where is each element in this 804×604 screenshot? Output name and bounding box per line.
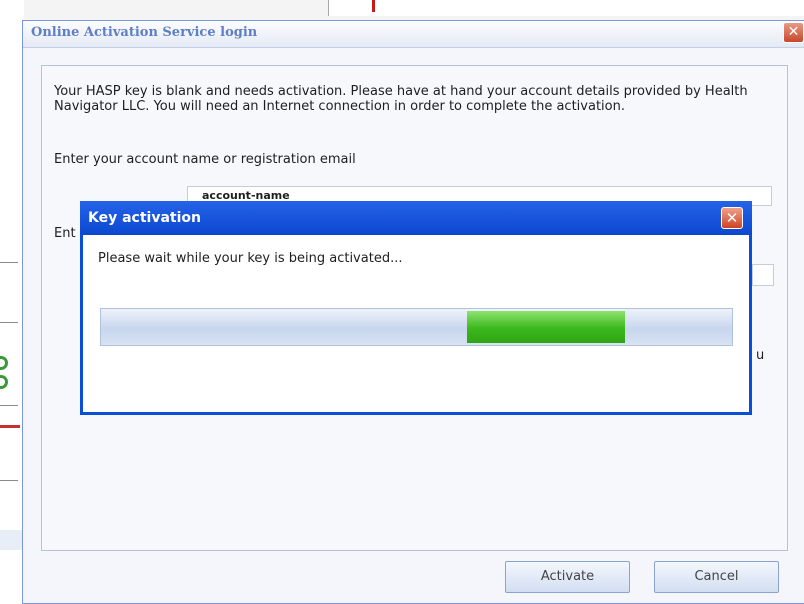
progress-chunk: [467, 311, 625, 343]
activation-message: Please wait while your key is being acti…: [98, 251, 403, 266]
background-blue-block: [0, 530, 22, 550]
intro-text: Your HASP key is blank and needs activat…: [54, 84, 748, 114]
account-label: Enter your account name or registration …: [54, 152, 356, 167]
activate-button[interactable]: Activate: [505, 561, 630, 593]
second-field-input[interactable]: [752, 264, 774, 286]
modal-title: Key activation: [88, 210, 201, 226]
background-green-glyph: [0, 356, 8, 370]
background-red-mark: [372, 0, 375, 12]
third-field-label: u: [756, 348, 765, 363]
activation-progress-bar: [100, 308, 733, 346]
background-divider: [0, 322, 18, 323]
dialog-titlebar[interactable]: Online Activation Service login ✕: [23, 21, 804, 48]
background-top-panel: [328, 0, 804, 16]
cancel-button[interactable]: Cancel: [654, 561, 779, 593]
modal-body: Please wait while your key is being acti…: [83, 235, 749, 412]
background-green-glyph: [0, 375, 8, 389]
close-icon[interactable]: ✕: [721, 207, 743, 229]
modal-titlebar[interactable]: Key activation ✕: [80, 201, 752, 235]
dialog-title: Online Activation Service login: [31, 25, 258, 40]
background-left-strip: [0, 0, 24, 602]
second-field-label: Ent: [54, 226, 76, 241]
background-red-bar: [0, 425, 20, 428]
key-activation-dialog: Key activation ✕ Please wait while your …: [80, 201, 752, 415]
background-divider: [0, 405, 18, 406]
background-divider: [0, 480, 18, 481]
background-divider: [0, 262, 18, 263]
close-icon[interactable]: ✕: [783, 22, 804, 43]
